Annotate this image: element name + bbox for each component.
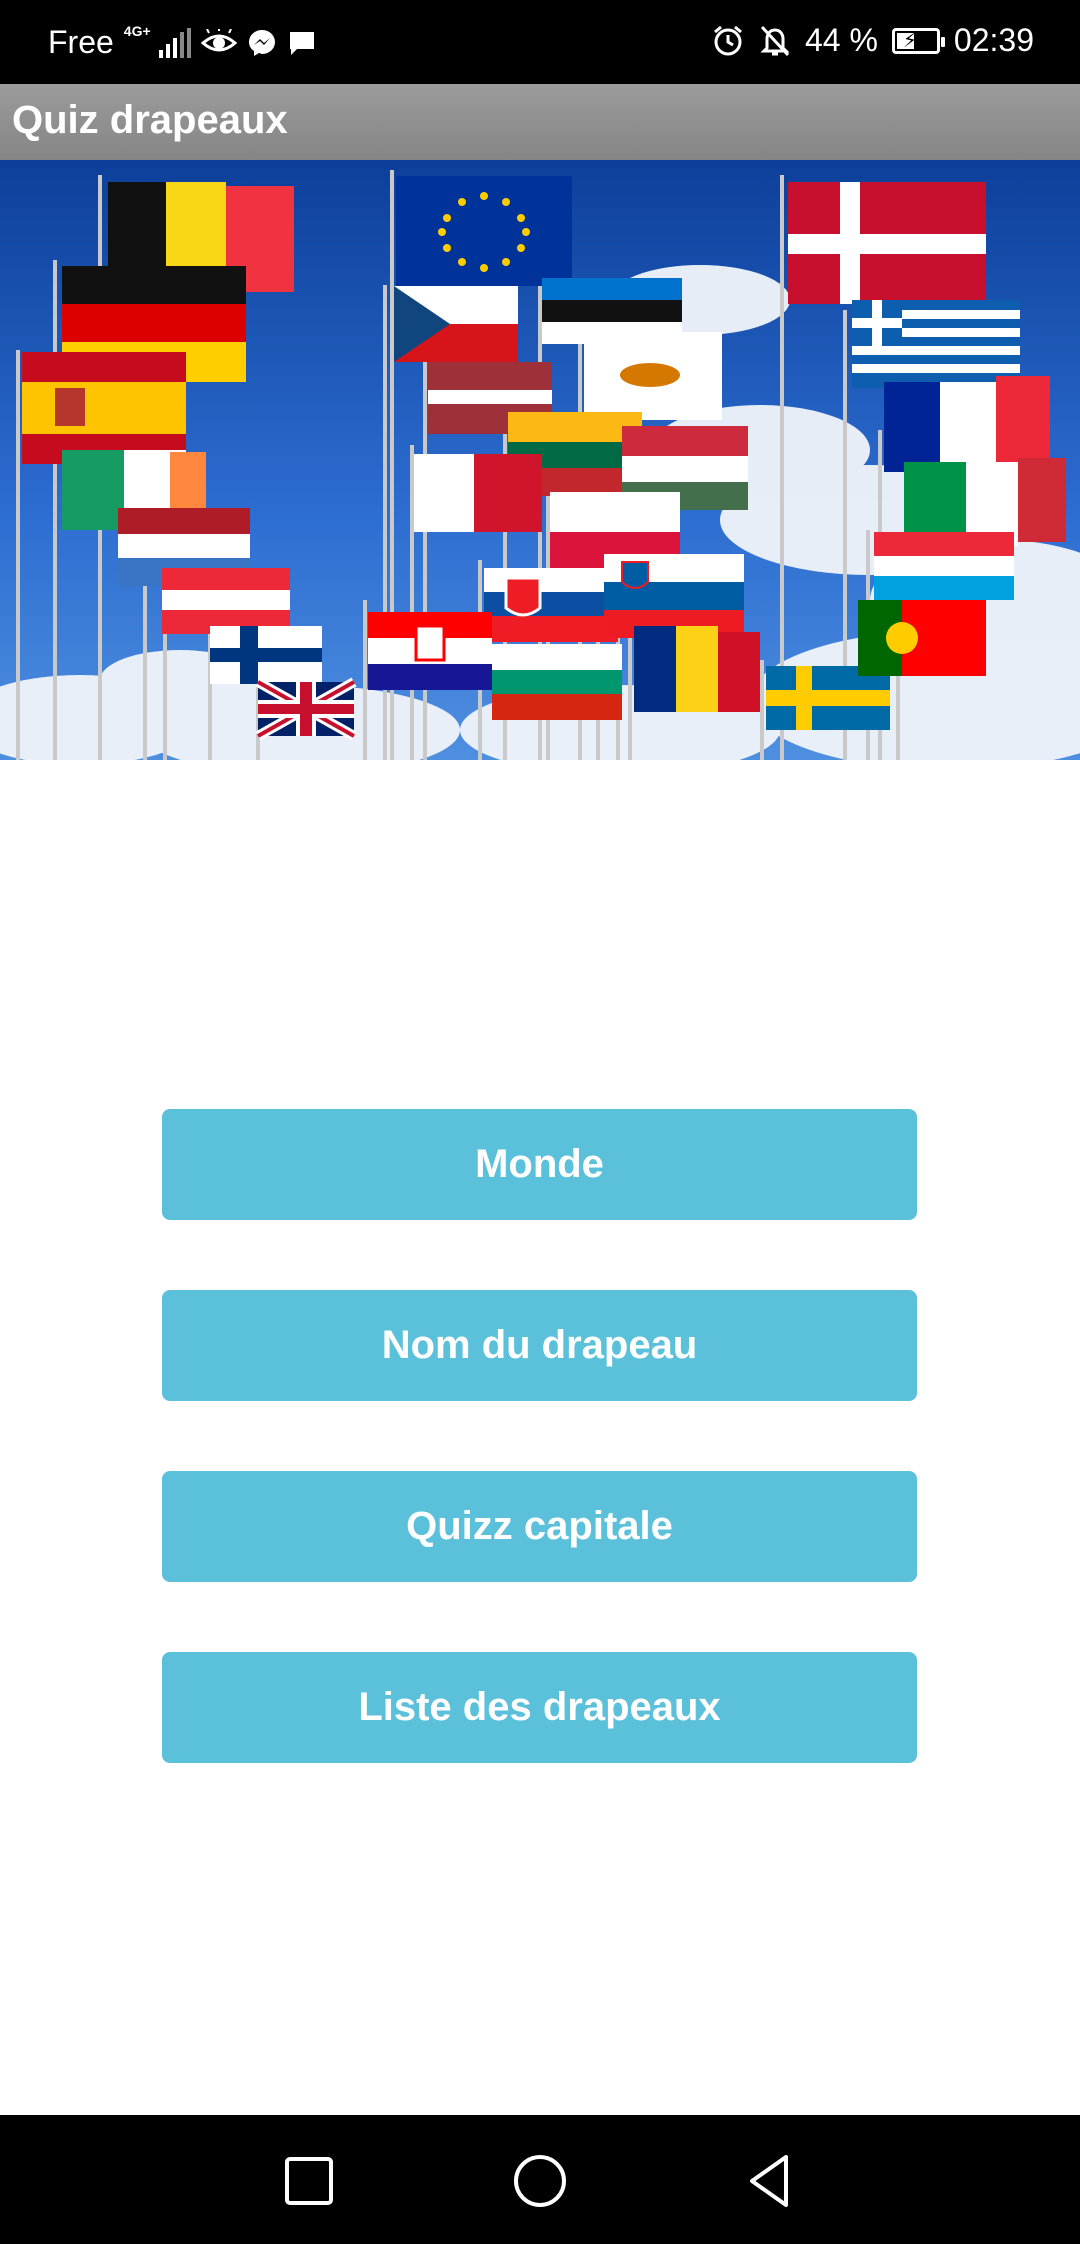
flags-banner-image — [0, 160, 1080, 760]
app-bar: Quiz drapeaux — [0, 84, 1080, 160]
nom-du-drapeau-button[interactable]: Nom du drapeau — [162, 1290, 917, 1401]
back-icon[interactable] — [742, 2153, 798, 2209]
recent-apps-icon[interactable] — [281, 2153, 337, 2209]
messenger-icon — [248, 29, 275, 56]
alarm-icon — [714, 25, 742, 55]
status-left: Free 4G+ — [48, 22, 317, 61]
message-icon — [289, 31, 314, 55]
network-type-label: 4G+ — [123, 22, 151, 39]
app-title: Quiz drapeaux — [12, 98, 288, 142]
carrier-label: Free — [48, 24, 114, 60]
status-bar: Free 4G+ 44 % ⚡ 02:39 — [0, 0, 1080, 84]
battery-percent-label: 44 % — [804, 22, 878, 58]
monde-button[interactable]: Monde — [162, 1109, 917, 1220]
home-icon[interactable] — [512, 2153, 568, 2209]
signal-icon — [158, 27, 191, 58]
status-right: 44 % ⚡ 02:39 — [711, 22, 1034, 59]
bell-off-icon — [760, 25, 790, 56]
liste-des-drapeaux-button[interactable]: Liste des drapeaux — [162, 1652, 917, 1763]
battery-icon: ⚡ — [891, 27, 945, 54]
eye-icon — [200, 28, 237, 51]
clock-label: 02:39 — [953, 22, 1034, 58]
quizz-capitale-button[interactable]: Quizz capitale — [162, 1471, 917, 1582]
navigation-bar — [0, 2115, 1080, 2244]
